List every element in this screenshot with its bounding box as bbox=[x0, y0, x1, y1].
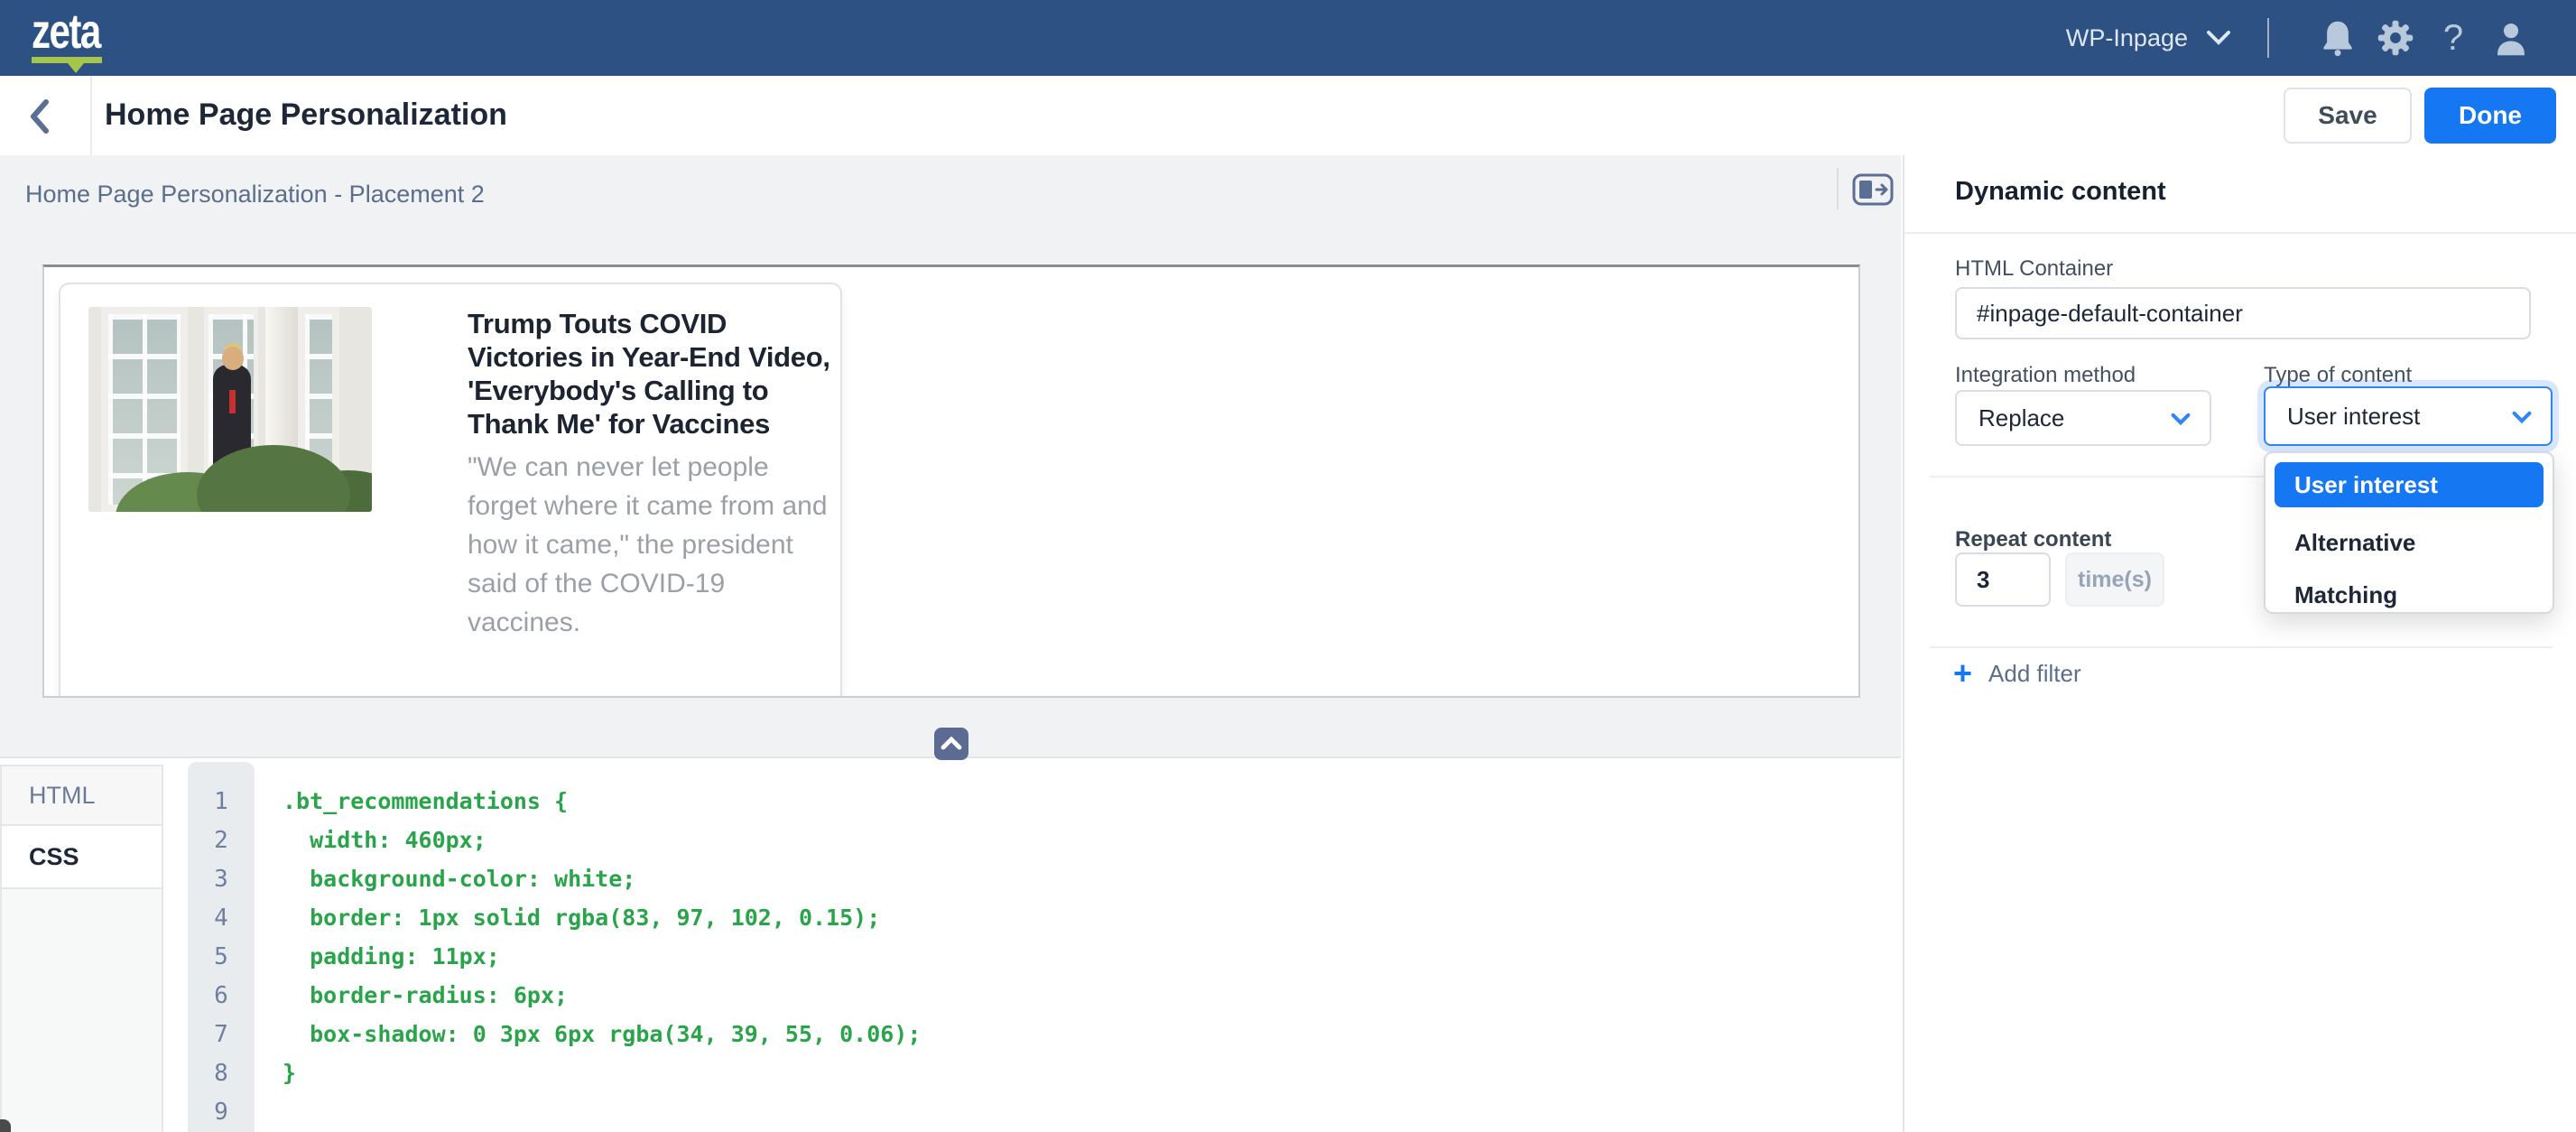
type-of-content-value: User interest bbox=[2287, 403, 2420, 431]
line-number: 9 bbox=[188, 1099, 255, 1126]
dynamic-content-panel: Dynamic content HTML Container Integrati… bbox=[1903, 155, 2576, 1132]
type-of-content-dropdown-menu: User interest Alternative Matching bbox=[2264, 451, 2554, 614]
integration-method-value: Replace bbox=[1978, 404, 2064, 432]
zeta-logo[interactable]: zeta bbox=[32, 9, 113, 63]
article-headline[interactable]: Trump Touts COVID Victories in Year-End … bbox=[468, 307, 840, 441]
repeat-count-input[interactable] bbox=[1955, 552, 2051, 607]
repeat-content-label: Repeat content bbox=[1955, 527, 2111, 552]
article-text-block: Trump Touts COVID Victories in Year-End … bbox=[468, 307, 840, 642]
html-container-label: HTML Container bbox=[1955, 256, 2113, 282]
save-button[interactable]: Save bbox=[2284, 88, 2412, 144]
main-content: Home Page Personalization - Placement 2 bbox=[0, 155, 1901, 756]
chevron-down-icon bbox=[2170, 404, 2191, 432]
integration-method-label: Integration method bbox=[1955, 363, 2136, 388]
code-line: 2 width: 460px; bbox=[188, 821, 1883, 859]
code-editor-section: HTML CSS 1.bt_recommendations { 2 width:… bbox=[0, 756, 1901, 1132]
workspace-name: WP-Inpage bbox=[2066, 24, 2188, 52]
expand-preview-icon[interactable] bbox=[1852, 173, 1894, 206]
dropdown-option[interactable]: Matching bbox=[2266, 569, 2553, 614]
add-filter-button[interactable]: + Add filter bbox=[1953, 657, 2081, 690]
type-of-content-select[interactable]: User interest bbox=[2264, 386, 2553, 446]
navbar-right-group: WP-Inpage ? bbox=[2066, 0, 2540, 76]
line-number: 4 bbox=[188, 905, 255, 932]
panel-title: Dynamic content bbox=[1955, 177, 2166, 207]
css-code-editor[interactable]: 1.bt_recommendations { 2 width: 460px; 3… bbox=[188, 782, 1883, 1131]
chevron-up-icon bbox=[941, 736, 962, 753]
line-number: 1 bbox=[188, 788, 255, 815]
code-line: 6 border-radius: 6px; bbox=[188, 976, 1883, 1015]
page-title: Home Page Personalization bbox=[105, 97, 507, 133]
line-number: 6 bbox=[188, 982, 255, 1009]
type-of-content-label: Type of content bbox=[2264, 363, 2412, 388]
line-number: 8 bbox=[188, 1060, 255, 1087]
code-line: 4 border: 1px solid rgba(83, 97, 102, 0.… bbox=[188, 898, 1883, 937]
recommendations-widget-card: Trump Touts COVID Victories in Year-End … bbox=[59, 283, 842, 698]
code-line: 5 padding: 11px; bbox=[188, 937, 1883, 976]
tab-column-filler bbox=[0, 889, 163, 1132]
article-photo-trump[interactable] bbox=[88, 307, 372, 512]
line-number: 3 bbox=[188, 866, 255, 893]
dropdown-option-selected[interactable]: User interest bbox=[2275, 462, 2544, 507]
done-button[interactable]: Done bbox=[2424, 88, 2556, 144]
workspace-dropdown[interactable]: WP-Inpage bbox=[2066, 24, 2231, 52]
help-question-icon[interactable]: ? bbox=[2424, 18, 2482, 59]
content-preview-frame: Trump Touts COVID Victories in Year-End … bbox=[42, 264, 1860, 698]
toolbar-divider bbox=[1837, 168, 1839, 209]
zeta-logo-notch bbox=[68, 63, 84, 73]
article-summary: "We can never let people forget where it… bbox=[468, 448, 840, 642]
line-number: 2 bbox=[188, 827, 255, 854]
zeta-logo-underline bbox=[32, 57, 102, 63]
breadcrumb: Home Page Personalization - Placement 2 bbox=[25, 181, 485, 209]
integration-method-select[interactable]: Replace bbox=[1955, 390, 2211, 446]
repeat-unit-chip: time(s) bbox=[2065, 552, 2164, 607]
header-divider bbox=[90, 76, 92, 155]
notifications-bell-icon[interactable] bbox=[2309, 19, 2367, 57]
settings-gear-icon[interactable] bbox=[2367, 19, 2424, 57]
tab-css[interactable]: CSS bbox=[0, 826, 163, 889]
code-line: 3 background-color: white; bbox=[188, 859, 1883, 898]
chevron-down-icon bbox=[2511, 403, 2533, 431]
dropdown-option[interactable]: Alternative bbox=[2266, 516, 2553, 569]
article-item: Trump Touts COVID Victories in Year-End … bbox=[88, 307, 840, 642]
html-container-input[interactable] bbox=[1955, 287, 2531, 339]
line-number: 7 bbox=[188, 1021, 255, 1048]
add-filter-label: Add filter bbox=[1988, 660, 2081, 688]
navbar-divider bbox=[2267, 18, 2269, 58]
panel-divider bbox=[1904, 232, 2576, 234]
code-line: 7 box-shadow: 0 3px 6px rgba(34, 39, 55,… bbox=[188, 1015, 1883, 1053]
back-button[interactable] bbox=[20, 96, 61, 137]
collapse-editor-button[interactable] bbox=[934, 728, 968, 760]
top-navbar: zeta WP-Inpage ? bbox=[0, 0, 2576, 76]
code-line: 1.bt_recommendations { bbox=[188, 782, 1883, 821]
zeta-logo-text: zeta bbox=[32, 9, 95, 54]
code-line: 9 bbox=[188, 1092, 1883, 1131]
panel-divider bbox=[1930, 646, 2553, 648]
code-line: 8} bbox=[188, 1053, 1883, 1092]
plus-icon: + bbox=[1953, 657, 1972, 690]
browser-status-nub bbox=[0, 1119, 11, 1132]
app-root: zeta WP-Inpage ? bbox=[0, 0, 2576, 1132]
chevron-down-icon bbox=[2206, 24, 2231, 52]
user-avatar-icon[interactable] bbox=[2482, 19, 2540, 57]
tab-html[interactable]: HTML bbox=[0, 765, 163, 826]
line-number: 5 bbox=[188, 943, 255, 970]
page-header: Home Page Personalization Save Done bbox=[0, 76, 2576, 155]
